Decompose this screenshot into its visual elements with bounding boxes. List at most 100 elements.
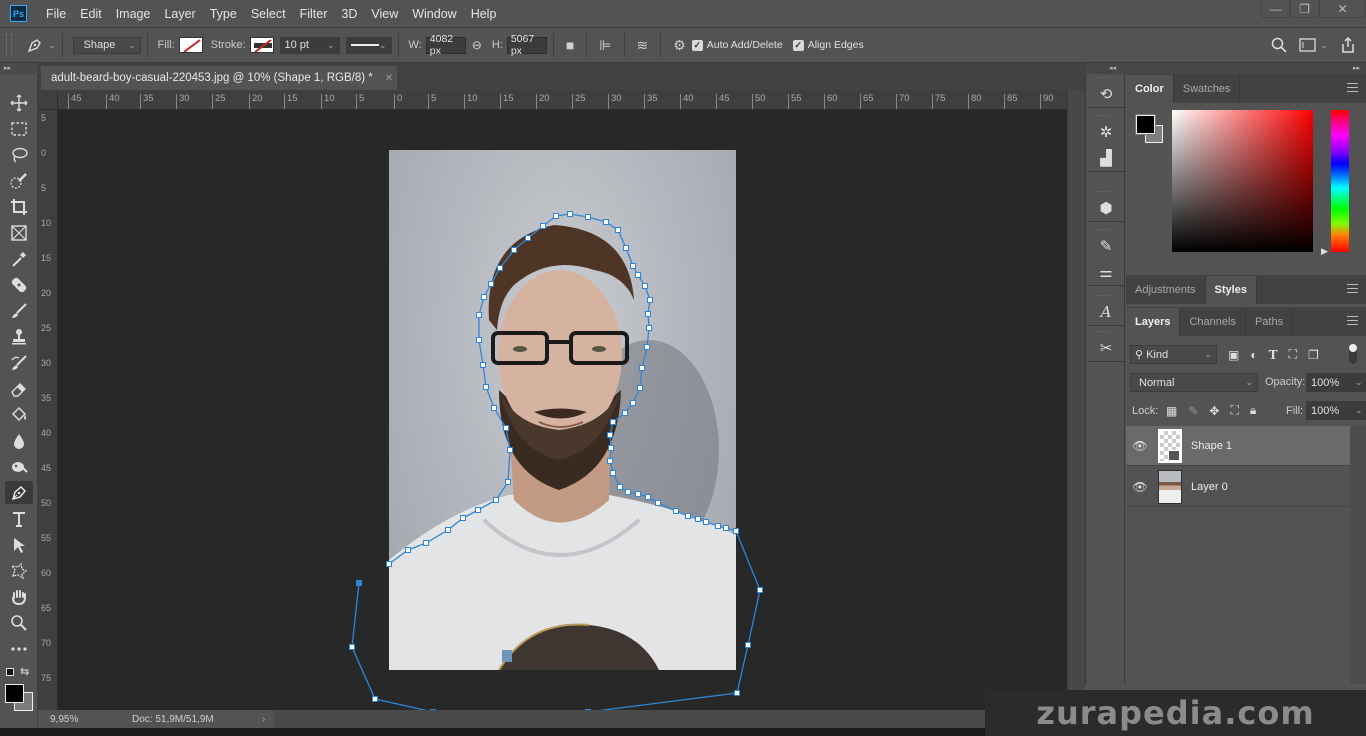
layer-filter-select[interactable]: ⚲ Kind ⌄: [1130, 345, 1217, 364]
edit-toolbar-button[interactable]: [5, 637, 33, 660]
stroke-type-select[interactable]: ⌄: [345, 36, 392, 54]
expand-panels-icon[interactable]: ▸▸: [1353, 64, 1360, 72]
swap-colors-icon[interactable]: ⇆: [20, 665, 29, 678]
eyedropper-tool[interactable]: [5, 247, 33, 270]
lock-position-icon[interactable]: ✥: [1209, 404, 1219, 418]
path-anchor-point[interactable]: [491, 405, 497, 411]
visibility-eye-icon[interactable]: 👁︎: [1126, 439, 1154, 453]
vertical-ruler[interactable]: 5 0 5 10 15 20 25 30 35 40 45 50 55 60 65 70 75: [38, 110, 58, 710]
shape-path-overlay[interactable]: [58, 110, 1067, 710]
document-tab[interactable]: adult-beard-boy-casual-220453.jpg @ 10% …: [41, 66, 397, 90]
path-anchor-point[interactable]: [460, 515, 466, 521]
path-anchor-point[interactable]: [475, 507, 481, 513]
blend-mode-select[interactable]: Normal ⌄: [1130, 373, 1258, 392]
path-anchor-point[interactable]: [505, 479, 511, 485]
hue-slider[interactable]: [1331, 110, 1349, 252]
path-anchor-point[interactable]: [610, 470, 616, 476]
fill-field[interactable]: 100%: [1306, 401, 1350, 420]
filter-toggle[interactable]: [1349, 344, 1357, 364]
tab-layers[interactable]: Layers: [1126, 308, 1181, 336]
frame-tool[interactable]: [5, 221, 33, 244]
path-anchor-point[interactable]: [623, 245, 629, 251]
path-anchor-point[interactable]: [476, 312, 482, 318]
healing-brush-tool[interactable]: [5, 273, 33, 296]
path-anchor-point[interactable]: [405, 547, 411, 553]
tab-paths[interactable]: Paths: [1246, 308, 1294, 336]
opacity-dropdown[interactable]: ⌄: [1350, 373, 1366, 392]
align-edges-checkbox[interactable]: ✓: [792, 39, 804, 51]
layer-row-shape-1[interactable]: 👁︎ Shape 1: [1126, 426, 1350, 466]
path-anchor-point[interactable]: [645, 311, 651, 317]
path-anchor-point[interactable]: [349, 644, 355, 650]
path-anchor-point[interactable]: [635, 491, 641, 497]
stroke-width-field[interactable]: 10 pt ⌄: [279, 36, 340, 54]
paint-bucket-tool[interactable]: [5, 403, 33, 426]
path-anchor-point[interactable]: [642, 283, 648, 289]
menu-file[interactable]: File: [46, 7, 66, 21]
path-anchor-point[interactable]: [646, 325, 652, 331]
menu-3d[interactable]: 3D: [341, 7, 357, 21]
path-anchor-point[interactable]: [610, 419, 616, 425]
pen-tool[interactable]: [5, 481, 33, 504]
path-anchor-point[interactable]: [540, 223, 546, 229]
path-alignment-icon[interactable]: ⊫: [599, 37, 611, 54]
restore-button[interactable]: ❐: [1290, 0, 1319, 18]
width-field[interactable]: 4082 px: [425, 33, 466, 57]
tab-styles[interactable]: Styles: [1205, 276, 1257, 304]
layer-row-layer-0[interactable]: 👁︎ Layer 0: [1126, 467, 1350, 507]
character-panel-icon[interactable]: A: [1088, 299, 1124, 325]
history-brush-tool[interactable]: [5, 351, 33, 374]
move-tool[interactable]: [5, 91, 33, 114]
hue-slider-handle[interactable]: ▶: [1321, 246, 1328, 257]
menu-window[interactable]: Window: [412, 7, 456, 21]
path-anchor-point[interactable]: [630, 400, 636, 406]
tool-mode-select[interactable]: Shape ⌄: [72, 36, 141, 54]
path-anchor-point[interactable]: [673, 508, 679, 514]
visibility-eye-icon[interactable]: 👁︎: [1126, 480, 1154, 494]
path-anchor-point[interactable]: [567, 211, 573, 217]
menu-image[interactable]: Image: [116, 7, 151, 21]
path-anchor-point[interactable]: [476, 337, 482, 343]
tab-channels[interactable]: Channels: [1180, 308, 1246, 336]
foreground-color-swatch[interactable]: [5, 684, 24, 703]
marquee-tool[interactable]: [5, 117, 33, 140]
close-button[interactable]: ✕: [1319, 0, 1366, 18]
filter-adjustment-icon[interactable]: ◐: [1250, 348, 1257, 362]
zoom-tool[interactable]: [5, 611, 33, 634]
path-anchor-point[interactable]: [625, 489, 631, 495]
path-operations-icon[interactable]: ■: [566, 37, 574, 53]
path-anchor-point[interactable]: [635, 272, 641, 278]
path-anchor-point[interactable]: [637, 385, 643, 391]
pen-tool-preset-icon[interactable]: ⌄: [26, 36, 56, 54]
layer-name[interactable]: Shape 1: [1191, 440, 1232, 452]
menu-select[interactable]: Select: [251, 7, 286, 21]
zoom-level[interactable]: 9,95%: [38, 714, 86, 725]
layer-name[interactable]: Layer 0: [1191, 481, 1228, 493]
lock-transparent-icon[interactable]: ▦: [1166, 404, 1177, 418]
tool-presets-panel-icon[interactable]: ✂: [1088, 335, 1124, 361]
path-anchor-point[interactable]: [525, 235, 531, 241]
histogram-panel-icon[interactable]: ▟: [1088, 145, 1124, 171]
lock-all-icon[interactable]: 🔒︎: [1250, 403, 1256, 418]
tab-swatches[interactable]: Swatches: [1174, 75, 1241, 103]
menu-edit[interactable]: Edit: [80, 7, 102, 21]
path-anchor-point[interactable]: [445, 527, 451, 533]
fill-dropdown[interactable]: ⌄: [1350, 401, 1366, 420]
path-anchor-point[interactable]: [695, 516, 701, 522]
default-colors-icon[interactable]: [6, 668, 14, 676]
path-anchor-point[interactable]: [603, 219, 609, 225]
layers-panel-menu-icon[interactable]: [1347, 316, 1358, 325]
share-icon[interactable]: [1340, 37, 1356, 53]
path-arrangement-icon[interactable]: ≋: [637, 37, 649, 54]
lock-artboard-icon[interactable]: ⛶: [1230, 403, 1238, 418]
close-tab-icon[interactable]: ✕: [385, 73, 393, 84]
eraser-tool[interactable]: [5, 377, 33, 400]
history-panel-icon[interactable]: ⟲: [1088, 81, 1124, 107]
horizontal-ruler[interactable]: 45 40 35 30 25 20 15 10 5 0 5 10 15 20 25 30 35 40 45 50 55 6…: [58, 90, 1067, 110]
path-anchor-point[interactable]: [493, 497, 499, 503]
layers-scrollbar[interactable]: [1350, 426, 1366, 684]
path-anchor-point[interactable]: [356, 580, 362, 586]
blur-tool[interactable]: [5, 429, 33, 452]
brush-tool[interactable]: [5, 299, 33, 322]
color-panel-menu-icon[interactable]: [1347, 83, 1358, 92]
